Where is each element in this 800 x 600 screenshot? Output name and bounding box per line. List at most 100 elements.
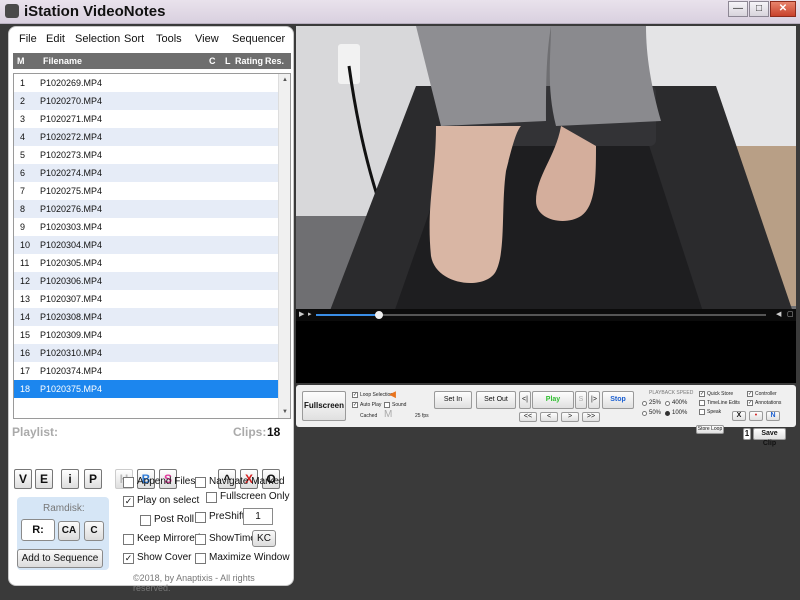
speed-50-radio[interactable] bbox=[642, 411, 647, 416]
list-item[interactable]: 18 P1020375.MP4 bbox=[14, 380, 278, 398]
list-item[interactable]: 7 P1020275.MP4 bbox=[14, 182, 278, 200]
kc-button[interactable]: KC bbox=[252, 530, 276, 547]
list-item[interactable]: 16 P1020310.MP4 bbox=[14, 344, 278, 362]
menu-sort[interactable]: Sort bbox=[124, 33, 144, 45]
next-frame-button[interactable]: |> bbox=[588, 391, 600, 409]
playlist-i-button[interactable]: i bbox=[61, 469, 79, 489]
ramdisk-c-button[interactable]: C bbox=[84, 521, 104, 541]
quick-store-checkbox[interactable]: ✓ bbox=[699, 391, 705, 397]
speed-100-radio[interactable] bbox=[665, 411, 670, 416]
showtime-checkbox[interactable] bbox=[195, 534, 206, 545]
menu-selection[interactable]: Selection bbox=[75, 33, 120, 45]
col-res[interactable]: Res. bbox=[265, 56, 284, 66]
add-to-sequence-button[interactable]: Add to Sequence bbox=[17, 549, 103, 568]
list-item-filename: P1020272.MP4 bbox=[40, 132, 103, 142]
annotations-checkbox[interactable]: ✓ bbox=[747, 400, 753, 406]
fullscreen-button[interactable]: Fullscreen bbox=[302, 391, 346, 421]
list-item-filename: P1020274.MP4 bbox=[40, 168, 103, 178]
annotation-dot-button[interactable]: • bbox=[749, 411, 763, 421]
step-back-button[interactable]: < bbox=[540, 412, 558, 422]
playlist-v-button[interactable]: V bbox=[14, 469, 32, 489]
video-player[interactable]: ▶ ▸ ◀ ▢ bbox=[296, 26, 796, 321]
menu-tools[interactable]: Tools bbox=[156, 33, 182, 45]
menu-view[interactable]: View bbox=[195, 33, 219, 45]
col-rating[interactable]: Rating bbox=[235, 56, 263, 66]
timeline-edits-checkbox[interactable] bbox=[699, 400, 705, 406]
prev-frame-button[interactable]: <| bbox=[519, 391, 531, 409]
list-item[interactable]: 10 P1020304.MP4 bbox=[14, 236, 278, 254]
volume-icon[interactable]: ◀ bbox=[776, 310, 781, 318]
list-scrollbar[interactable]: ▲ ▼ bbox=[278, 74, 290, 418]
col-filename[interactable]: Filename bbox=[43, 56, 82, 66]
list-item[interactable]: 14 P1020308.MP4 bbox=[14, 308, 278, 326]
s-button[interactable]: S bbox=[575, 391, 587, 409]
ramdisk-ca-button[interactable]: CA bbox=[58, 521, 80, 541]
maximize-button[interactable]: □ bbox=[749, 1, 769, 17]
list-item[interactable]: 12 P1020306.MP4 bbox=[14, 272, 278, 290]
preshift-input[interactable]: 1 bbox=[243, 508, 273, 525]
set-in-button[interactable]: Set In bbox=[434, 391, 472, 409]
video-progress-bar[interactable]: ▶ ▸ ◀ ▢ bbox=[296, 309, 796, 321]
list-item[interactable]: 13 P1020307.MP4 bbox=[14, 290, 278, 308]
list-item[interactable]: 8 P1020276.MP4 bbox=[14, 200, 278, 218]
step-small-icon[interactable]: ▸ bbox=[308, 310, 312, 318]
list-item[interactable]: 5 P1020273.MP4 bbox=[14, 146, 278, 164]
list-item[interactable]: 2 P1020270.MP4 bbox=[14, 92, 278, 110]
ramdisk-r-button[interactable]: R: bbox=[21, 519, 55, 541]
maximize-window-checkbox[interactable] bbox=[195, 553, 206, 564]
list-item[interactable]: 1 P1020269.MP4 bbox=[14, 74, 278, 92]
scroll-down-icon[interactable]: ▼ bbox=[282, 409, 288, 415]
progress-track[interactable] bbox=[316, 311, 766, 319]
annotation-n-button[interactable]: N bbox=[766, 411, 780, 421]
list-item[interactable]: 11 P1020305.MP4 bbox=[14, 254, 278, 272]
fullscreen-only-checkbox[interactable] bbox=[206, 492, 217, 503]
show-cover-checkbox[interactable]: ✓ bbox=[123, 553, 134, 564]
step-forward-button[interactable]: > bbox=[561, 412, 579, 422]
minimize-button[interactable]: — bbox=[728, 1, 748, 17]
post-roll-checkbox[interactable] bbox=[140, 515, 151, 526]
list-item[interactable]: 6 P1020274.MP4 bbox=[14, 164, 278, 182]
play-small-icon[interactable]: ▶ bbox=[299, 310, 304, 318]
save-clip-button[interactable]: Save Clip bbox=[753, 428, 786, 447]
sound-checkbox[interactable] bbox=[384, 402, 390, 408]
navigate-marked-checkbox[interactable] bbox=[195, 477, 206, 488]
expand-icon[interactable]: ▢ bbox=[787, 310, 794, 318]
keep-mirrored-checkbox[interactable] bbox=[123, 534, 134, 545]
menu-sequencer[interactable]: Sequencer bbox=[232, 33, 285, 45]
speed-400-radio[interactable] bbox=[665, 401, 670, 406]
controller-checkbox[interactable]: ✓ bbox=[747, 391, 753, 397]
menu-edit[interactable]: Edit bbox=[46, 33, 65, 45]
playlist-p-button[interactable]: P bbox=[84, 469, 102, 489]
loop-selection-checkbox[interactable]: ✓ bbox=[352, 392, 358, 398]
append-files-checkbox[interactable] bbox=[123, 477, 134, 488]
col-mark[interactable]: M bbox=[17, 56, 25, 66]
progress-knob[interactable] bbox=[375, 311, 383, 319]
col-c[interactable]: C bbox=[209, 56, 216, 66]
play-on-select-checkbox[interactable]: ✓ bbox=[123, 496, 134, 507]
loop-speaker-icon[interactable]: ◀ bbox=[389, 389, 396, 400]
speak-checkbox[interactable] bbox=[699, 409, 705, 415]
rewind-button[interactable]: << bbox=[519, 412, 537, 422]
speed-25-radio[interactable] bbox=[642, 401, 647, 406]
menu-file[interactable]: File bbox=[19, 33, 37, 45]
file-list[interactable]: 18 P1020375.MP4 17 P1020374.MP4 16 P1020310.M… bbox=[13, 73, 291, 419]
auto-play-label: Auto Play bbox=[360, 402, 382, 408]
play-button[interactable]: Play bbox=[532, 391, 574, 409]
preshift-checkbox[interactable] bbox=[195, 512, 206, 523]
col-l[interactable]: L bbox=[225, 56, 231, 66]
playlist-e-button[interactable]: E bbox=[35, 469, 53, 489]
set-out-button[interactable]: Set Out bbox=[476, 391, 516, 409]
store-loop-button[interactable]: Store Loop bbox=[696, 425, 724, 434]
stop-button[interactable]: Stop bbox=[602, 391, 634, 409]
list-item[interactable]: 3 P1020271.MP4 bbox=[14, 110, 278, 128]
list-item[interactable]: 15 P1020309.MP4 bbox=[14, 326, 278, 344]
list-item[interactable]: 17 P1020374.MP4 bbox=[14, 362, 278, 380]
auto-play-checkbox[interactable]: ✓ bbox=[352, 402, 358, 408]
list-item[interactable]: 4 P1020272.MP4 bbox=[14, 128, 278, 146]
save-clip-number[interactable]: 1 bbox=[743, 428, 751, 440]
annotation-x-button[interactable]: X bbox=[732, 411, 746, 421]
close-button[interactable]: ✕ bbox=[770, 1, 796, 17]
scroll-up-icon[interactable]: ▲ bbox=[282, 77, 288, 83]
list-item[interactable]: 9 P1020303.MP4 bbox=[14, 218, 278, 236]
fast-forward-button[interactable]: >> bbox=[582, 412, 600, 422]
